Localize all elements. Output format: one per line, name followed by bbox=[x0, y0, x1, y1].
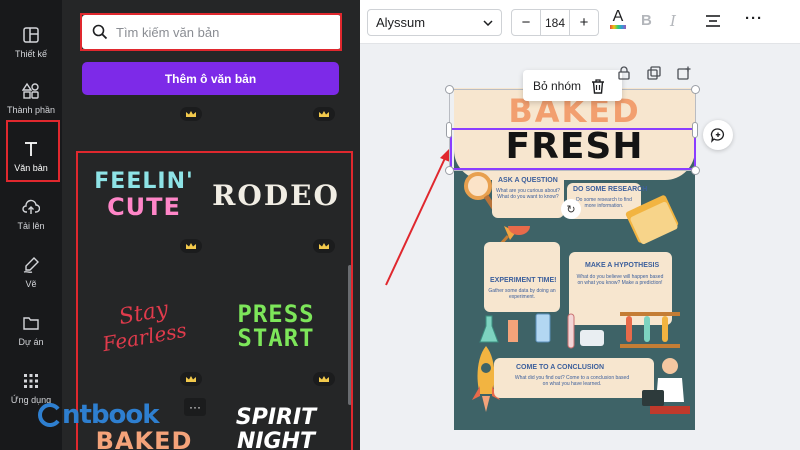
text-color-button[interactable]: A bbox=[610, 9, 626, 29]
text-color-icon: A bbox=[612, 8, 624, 25]
card-conclusion: COME TO A CONCLUSION What did you find o… bbox=[494, 358, 654, 398]
card-text: What do you believe will happen based on… bbox=[576, 274, 664, 286]
comment-plus-icon bbox=[710, 128, 724, 143]
highlight-search bbox=[80, 13, 342, 51]
resize-handle[interactable] bbox=[445, 166, 454, 175]
card-title: ASK A QUESTION bbox=[498, 177, 558, 184]
apps-icon bbox=[24, 373, 38, 388]
rail-item-projects[interactable]: Dự án bbox=[0, 302, 62, 358]
resize-handle[interactable] bbox=[691, 85, 700, 94]
card-title: COME TO A CONCLUSION bbox=[516, 364, 605, 371]
shapes-icon bbox=[22, 82, 39, 99]
bold-button[interactable]: B bbox=[641, 12, 652, 29]
side-resize-handle[interactable] bbox=[692, 122, 698, 138]
add-textbox-button[interactable]: Thêm ô văn bản bbox=[82, 62, 339, 95]
test-tubes-illustration bbox=[567, 312, 680, 349]
watermark-text: ntbook bbox=[62, 400, 160, 430]
rotate-handle[interactable]: ↻ bbox=[561, 199, 581, 219]
align-center-icon[interactable] bbox=[705, 14, 721, 28]
logo-icon bbox=[38, 403, 60, 427]
rail-item-uploads[interactable]: Tải lên bbox=[0, 186, 62, 242]
font-size-input[interactable]: 184 bbox=[540, 10, 570, 35]
increase-size-button[interactable]: + bbox=[570, 14, 598, 31]
add-page-icon[interactable] bbox=[677, 66, 691, 80]
decrease-size-button[interactable]: − bbox=[512, 14, 540, 31]
rail-label: Thiết kế bbox=[14, 48, 47, 59]
card-experiment: EXPERIMENT TIME! Gather some data by doi… bbox=[484, 242, 560, 312]
left-rail: Thiết kế Thành phần Văn bản Tải lên Vẽ D… bbox=[0, 0, 62, 450]
card-ask: ASK A QUESTION What are you curious abou… bbox=[492, 174, 564, 218]
font-select[interactable]: Alyssum bbox=[367, 9, 502, 36]
ntbook-watermark: ntbook bbox=[38, 397, 168, 433]
card-text: What are you curious about? What do you … bbox=[496, 188, 560, 200]
rail-label: Vẽ bbox=[25, 278, 37, 289]
book-illustration bbox=[625, 195, 679, 245]
scientist-illustration bbox=[642, 358, 690, 414]
rail-label: Thành phần bbox=[6, 104, 56, 115]
highlight-text-tab bbox=[6, 120, 60, 182]
card-text: Gather some data by doing an experiment. bbox=[488, 288, 556, 300]
text-toolbar: Alyssum − 184 + A B I ··· bbox=[360, 0, 800, 44]
cloud-upload-icon bbox=[22, 199, 40, 214]
italic-button[interactable]: I bbox=[670, 12, 676, 30]
rotate-icon: ↻ bbox=[566, 203, 576, 216]
card-text: What did you find out? Come to a conclus… bbox=[514, 375, 630, 387]
crown-icon bbox=[313, 107, 335, 121]
folder-icon bbox=[23, 316, 39, 330]
resize-handle[interactable] bbox=[691, 166, 700, 175]
lock-icon[interactable] bbox=[617, 66, 631, 80]
rail-label: Tải lên bbox=[17, 220, 45, 231]
rail-label: Dự án bbox=[18, 336, 44, 347]
ungroup-tooltip[interactable]: Bỏ nhóm bbox=[523, 70, 622, 101]
card-title: EXPERIMENT TIME! bbox=[490, 277, 557, 284]
color-swatch bbox=[610, 25, 626, 29]
font-size-stepper: − 184 + bbox=[511, 9, 599, 36]
side-resize-handle[interactable] bbox=[446, 122, 452, 138]
lab-flasks-illustration bbox=[479, 313, 551, 343]
trash-icon[interactable] bbox=[591, 78, 605, 94]
resize-handle[interactable] bbox=[445, 85, 454, 94]
chevron-down-icon bbox=[483, 19, 493, 26]
add-comment-button[interactable] bbox=[703, 120, 733, 150]
card-title: MAKE A HYPOTHESIS bbox=[585, 262, 660, 269]
crown-icon bbox=[180, 107, 202, 121]
duplicate-icon[interactable] bbox=[647, 66, 661, 80]
rail-item-design[interactable]: Thiết kế bbox=[0, 14, 62, 70]
pen-icon bbox=[23, 256, 39, 273]
font-name: Alyssum bbox=[376, 15, 426, 30]
layout-icon bbox=[23, 26, 39, 43]
rail-item-draw[interactable]: Vẽ bbox=[0, 244, 62, 300]
annotation-arrow bbox=[385, 148, 450, 286]
rail-item-elements[interactable]: Thành phần bbox=[0, 70, 62, 126]
more-toolbar-button[interactable]: ··· bbox=[745, 10, 763, 27]
bowl-illustration bbox=[508, 226, 530, 235]
ungroup-label: Bỏ nhóm bbox=[533, 78, 582, 93]
selected-textbox[interactable] bbox=[450, 128, 696, 170]
